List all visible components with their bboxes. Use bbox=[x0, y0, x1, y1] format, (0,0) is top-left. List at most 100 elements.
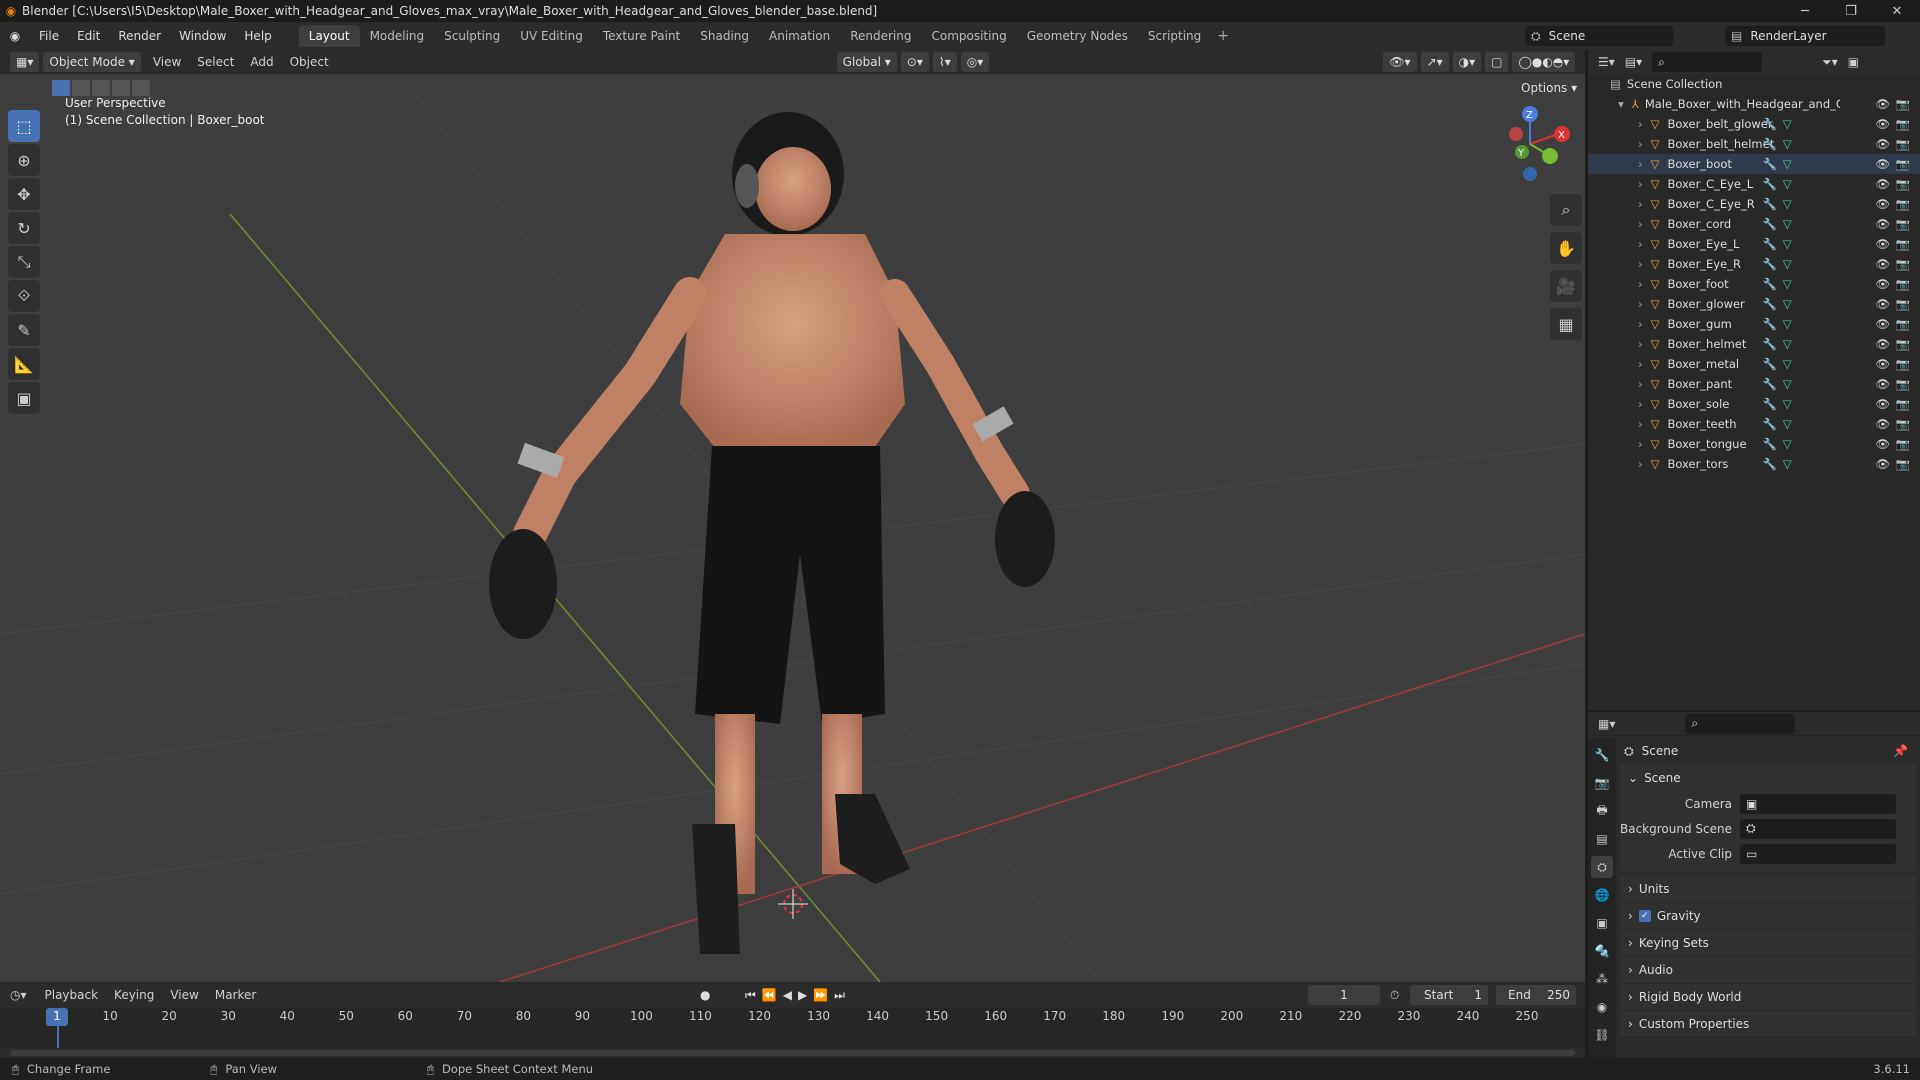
scale-icon[interactable]: ⤡ bbox=[8, 246, 40, 278]
camera-view-icon[interactable]: 🎥 bbox=[1550, 270, 1582, 302]
navigation-gizmo[interactable]: Z X Y bbox=[1490, 104, 1570, 184]
render-camera-icon[interactable]: 📷 bbox=[1896, 157, 1910, 171]
mesh-data-icon[interactable]: ▽ bbox=[1783, 157, 1792, 171]
tab-shading[interactable]: Shading bbox=[690, 25, 759, 47]
eye-icon[interactable]: 👁 bbox=[1875, 297, 1890, 311]
constraints-tab-icon[interactable]: ⛓ bbox=[1591, 1024, 1613, 1046]
annotate-icon[interactable]: ✎ bbox=[8, 314, 40, 346]
outliner-row[interactable]: › ▽ Boxer_Eye_R 🔧 ▽ 👁 📷 bbox=[1588, 254, 1920, 274]
eye-icon[interactable]: 👁 bbox=[1875, 97, 1890, 111]
outliner-row[interactable]: › ▽ Boxer_gum 🔧 ▽ 👁 📷 bbox=[1588, 314, 1920, 334]
overlay-toggle-icon[interactable]: ◑▾ bbox=[1452, 52, 1482, 72]
outliner-row[interactable]: › ▽ Boxer_metal 🔧 ▽ 👁 📷 bbox=[1588, 354, 1920, 374]
cursor-icon[interactable]: ⊕ bbox=[8, 144, 40, 176]
view-layer-tab-icon[interactable]: ▤ bbox=[1591, 828, 1613, 850]
outliner-search-input[interactable]: ⌕ bbox=[1652, 52, 1763, 72]
panel-keying-sets[interactable]: › Keying Sets bbox=[1620, 930, 1916, 957]
editor-type-button[interactable]: ▦▾ bbox=[10, 52, 40, 72]
expand-arrow-icon[interactable]: › bbox=[1638, 197, 1643, 211]
eye-icon[interactable]: 👁 bbox=[1875, 217, 1890, 231]
outliner-row[interactable]: › ▽ Boxer_cord 🔧 ▽ 👁 📷 bbox=[1588, 214, 1920, 234]
outliner-row[interactable]: › ▽ Boxer_glower 🔧 ▽ 👁 📷 bbox=[1588, 294, 1920, 314]
add-cube-icon[interactable]: ▣ bbox=[8, 382, 40, 414]
collection-row[interactable]: ▾ ⅄ Male_Boxer_with_Headgear_and_Gloves … bbox=[1588, 94, 1920, 114]
zoom-icon[interactable]: ⌕ bbox=[1550, 194, 1582, 226]
eye-icon[interactable]: 👁 bbox=[1875, 257, 1890, 271]
expand-arrow-icon[interactable]: › bbox=[1638, 257, 1643, 271]
mesh-data-icon[interactable]: ▽ bbox=[1783, 377, 1792, 391]
clock-icon[interactable]: ⏱ bbox=[1390, 988, 1399, 1003]
menu-render[interactable]: Render bbox=[109, 29, 170, 43]
outliner-row[interactable]: › ▽ Boxer_belt_helmet 🔧 ▽ 👁 📷 bbox=[1588, 134, 1920, 154]
timeline-scrollbar[interactable] bbox=[10, 1050, 1575, 1056]
physics-tab-icon[interactable]: ◉ bbox=[1591, 996, 1613, 1018]
tab-rendering[interactable]: Rendering bbox=[840, 25, 921, 47]
start-frame-field[interactable]: Start 1 bbox=[1410, 985, 1488, 1005]
gizmo-toggle-icon[interactable]: ↗▾ bbox=[1420, 52, 1449, 72]
outliner-row[interactable]: › ▽ Boxer_boot 🔧 ▽ 👁 📷 bbox=[1588, 154, 1920, 174]
modifier-icon[interactable]: 🔧 bbox=[1762, 137, 1776, 151]
select-box-icon[interactable]: ⬚ bbox=[8, 110, 40, 142]
outliner-row[interactable]: › ▽ Boxer_C_Eye_R 🔧 ▽ 👁 📷 bbox=[1588, 194, 1920, 214]
tab-compositing[interactable]: Compositing bbox=[921, 25, 1016, 47]
pin-icon[interactable]: 📌 bbox=[1893, 744, 1908, 758]
tab-scripting[interactable]: Scripting bbox=[1138, 25, 1211, 47]
expand-arrow-icon[interactable]: › bbox=[1638, 137, 1643, 151]
mesh-data-icon[interactable]: ▽ bbox=[1783, 437, 1792, 451]
eye-icon[interactable]: 👁 bbox=[1875, 197, 1890, 211]
eye-icon[interactable]: 👁 bbox=[1875, 377, 1890, 391]
scene-collection-row[interactable]: ▤ Scene Collection bbox=[1588, 74, 1920, 94]
eye-icon[interactable]: 👁 bbox=[1875, 357, 1890, 371]
properties-search-input[interactable]: ⌕ bbox=[1685, 713, 1796, 734]
render-camera-icon[interactable]: 📷 bbox=[1896, 297, 1910, 311]
renderlayer-selector[interactable]: ▤ RenderLayer bbox=[1725, 26, 1885, 46]
tab-animation[interactable]: Animation bbox=[759, 25, 840, 47]
render-camera-icon[interactable]: 📷 bbox=[1896, 217, 1910, 231]
viewport-menu-object[interactable]: Object bbox=[282, 55, 337, 69]
render-camera-icon[interactable]: 📷 bbox=[1896, 337, 1910, 351]
close-icon[interactable]: ✕ bbox=[1874, 0, 1920, 22]
modifier-icon[interactable]: 🔧 bbox=[1762, 217, 1776, 231]
minimize-icon[interactable]: ─ bbox=[1782, 0, 1828, 22]
mesh-data-icon[interactable]: ▽ bbox=[1783, 277, 1792, 291]
modifier-icon[interactable]: 🔧 bbox=[1762, 177, 1776, 191]
viewport-menu-view[interactable]: View bbox=[145, 55, 189, 69]
scene-tab-icon[interactable]: ⛭ bbox=[1591, 856, 1613, 878]
expand-arrow-icon[interactable]: › bbox=[1638, 437, 1643, 451]
blender-menu-icon[interactable]: ◉ bbox=[0, 29, 30, 43]
modifier-icon[interactable]: 🔧 bbox=[1762, 237, 1776, 251]
pivot-icon[interactable]: ⊙▾ bbox=[900, 52, 929, 72]
expand-arrow-icon[interactable]: › bbox=[1638, 317, 1643, 331]
render-camera-icon[interactable]: 📷 bbox=[1896, 377, 1910, 391]
orientation-selector[interactable]: Global ▾ bbox=[836, 52, 897, 72]
outliner-row[interactable]: › ▽ Boxer_pant 🔧 ▽ 👁 📷 bbox=[1588, 374, 1920, 394]
xray-icon[interactable]: ▢ bbox=[1485, 52, 1509, 72]
timeline-menu-view[interactable]: View bbox=[162, 988, 206, 1002]
eye-icon[interactable]: 👁 bbox=[1875, 157, 1890, 171]
menu-edit[interactable]: Edit bbox=[68, 29, 109, 43]
eye-icon[interactable]: 👁 bbox=[1875, 277, 1890, 291]
background-scene-field[interactable]: ⛭ bbox=[1740, 818, 1896, 839]
camera-field[interactable]: ▣ bbox=[1740, 793, 1896, 814]
tab-sculpting[interactable]: Sculpting bbox=[434, 25, 510, 47]
select-subtract-icon[interactable] bbox=[92, 80, 110, 96]
mesh-data-icon[interactable]: ▽ bbox=[1783, 337, 1792, 351]
modifier-icon[interactable]: 🔧 bbox=[1762, 117, 1776, 131]
object-tab-icon[interactable]: ▣ bbox=[1591, 912, 1613, 934]
render-camera-icon[interactable]: 📷 bbox=[1896, 97, 1910, 111]
outliner-row[interactable]: › ▽ Boxer_sole 🔧 ▽ 👁 📷 bbox=[1588, 394, 1920, 414]
gravity-checkbox[interactable]: ✓ bbox=[1638, 910, 1651, 922]
outliner-editor-icon[interactable]: ☰▾ bbox=[1598, 55, 1615, 69]
particles-tab-icon[interactable]: ⁂ bbox=[1591, 968, 1613, 990]
expand-arrow-icon[interactable]: ▾ bbox=[1618, 97, 1624, 111]
mesh-data-icon[interactable]: ▽ bbox=[1783, 117, 1792, 131]
render-camera-icon[interactable]: 📷 bbox=[1896, 457, 1910, 471]
render-camera-icon[interactable]: 📷 bbox=[1896, 277, 1910, 291]
eye-icon[interactable]: 👁 bbox=[1875, 337, 1890, 351]
rotate-icon[interactable]: ↻ bbox=[8, 212, 40, 244]
mesh-data-icon[interactable]: ▽ bbox=[1783, 217, 1792, 231]
tab-layout[interactable]: Layout bbox=[298, 25, 360, 47]
frame-ruler[interactable]: 1 10 20 30 40 50 60 70 80 90 100 110 120 130 140 150 160… bbox=[0, 1008, 1585, 1048]
active-clip-field[interactable]: ▭ bbox=[1740, 843, 1896, 864]
expand-arrow-icon[interactable]: › bbox=[1638, 297, 1643, 311]
